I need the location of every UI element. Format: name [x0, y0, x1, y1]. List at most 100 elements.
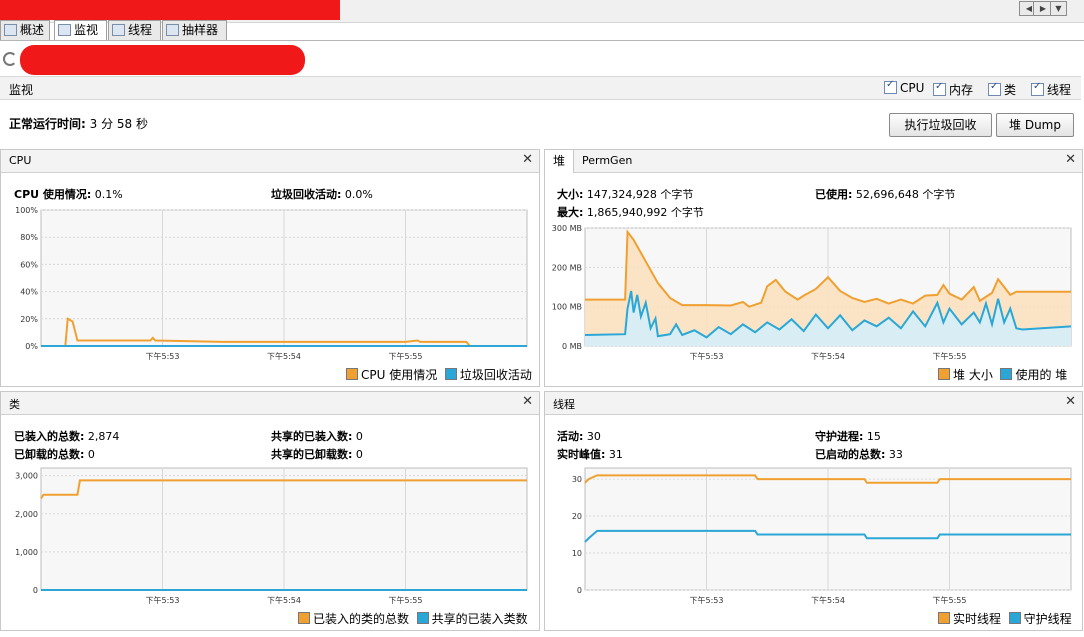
y-tick-label: 1,000 [15, 548, 38, 557]
cpu-chart: 100% 80% 60% 40% 20% 0% 下午5:53 下午5:54 下午5:55 [1, 206, 537, 364]
gc-button[interactable]: 执行垃圾回收 [889, 113, 992, 137]
classes-chart: 3,000 2,000 1,000 0 下午5:53 下午5:54 下午5:55 [1, 464, 537, 608]
y-tick-label: 0 [577, 586, 582, 595]
y-tick-label: 2,000 [15, 510, 38, 519]
cpu-panel: CPU ✕ CPU 使用情况: 0.1% 垃圾回收活动: 0.0% 100% 80… [0, 149, 540, 387]
gc-activity-stat: 垃圾回收活动: 0.0% [271, 188, 373, 201]
x-tick-label: 下午5:53 [690, 351, 724, 361]
checkbox-icon [884, 79, 897, 94]
legend-swatch [1000, 368, 1013, 380]
divider [0, 40, 1084, 41]
heap-used-stat: 已使用: 52,696,648 个字节 [815, 188, 956, 201]
memory-checkbox[interactable]: 内存 [933, 81, 973, 98]
y-tick-label: 40% [20, 288, 38, 297]
threads-checkbox[interactable]: 线程 [1031, 81, 1071, 98]
legend-swatch [938, 612, 950, 624]
shared-unloaded-stat: 共享的已卸载数: 0 [271, 448, 363, 461]
panel-header: 堆 PermGen ✕ [545, 150, 1082, 173]
uptime-value: 3 分 58 秒 [89, 117, 148, 131]
uptime: 正常运行时间: 3 分 58 秒 [9, 115, 148, 132]
close-icon[interactable]: ✕ [522, 394, 533, 409]
close-icon[interactable]: ✕ [1065, 394, 1076, 409]
panel-title: CPU [9, 154, 32, 167]
heap-chart: 300 MB 200 MB 100 MB 0 MB 下午5:53 下午5:54 下午5:55 [545, 224, 1081, 364]
x-tick-label: 下午5:55 [389, 595, 423, 605]
tab-heap[interactable]: 堆 [545, 150, 575, 173]
y-tick-label: 20% [20, 315, 38, 324]
y-tick-label: 0 [33, 586, 38, 595]
cpu-svg: 100% 80% 60% 40% 20% 0% 下午5:53 下午5:54 下午5:55 [15, 206, 528, 361]
legend-swatch [346, 368, 358, 380]
legend-swatch [416, 612, 429, 624]
close-icon[interactable]: ✕ [522, 152, 533, 167]
daemon-threads-stat: 守护进程: 15 [815, 430, 881, 443]
checkbox-icon [933, 81, 946, 96]
x-tick-label: 下午5:53 [146, 595, 180, 605]
shared-loaded-stat: 共享的已装入数: 0 [271, 430, 363, 443]
tab-permgen[interactable]: PermGen [582, 154, 632, 167]
panel-title: 线程 [553, 398, 575, 411]
monitor-icon [58, 24, 71, 36]
heap-max-stat: 最大: 1,865,940,992 个字节 [557, 206, 704, 219]
classes-legend: 已装入的类的总数 共享的已装入类数 [298, 610, 528, 627]
threads-chart: 30 20 10 0 下午5:53 下午5:54 下午5:55 [545, 464, 1081, 608]
sampler-icon [166, 24, 179, 36]
x-tick-label: 下午5:53 [146, 351, 180, 361]
x-tick-label: 下午5:54 [267, 351, 301, 361]
overview-icon [4, 24, 17, 36]
tab-sampler[interactable]: 抽样器 [162, 20, 227, 40]
threads-panel: 线程 ✕ 活动: 30 实时峰值: 31 守护进程: 15 已启动的总数: 33… [544, 391, 1083, 631]
panel-title: 类 [9, 398, 20, 411]
y-tick-label: 0% [25, 342, 38, 351]
panel-header: CPU ✕ [1, 150, 539, 173]
y-tick-label: 100 MB [552, 303, 582, 312]
x-tick-label: 下午5:54 [811, 351, 845, 361]
started-threads-stat: 已启动的总数: 33 [815, 448, 903, 461]
y-tick-label: 20 [572, 512, 582, 521]
legend-swatch [938, 368, 950, 380]
y-tick-label: 80% [20, 233, 38, 242]
y-tick-label: 200 MB [552, 263, 582, 272]
classes-checkbox[interactable]: 类 [988, 81, 1016, 98]
y-tick-label: 100% [15, 206, 38, 215]
legend-swatch [1008, 612, 1021, 624]
y-tick-label: 300 MB [552, 224, 582, 233]
threads-legend: 实时线程 守护线程 [938, 610, 1072, 627]
classes-svg: 3,000 2,000 1,000 0 下午5:53 下午5:54 下午5:55 [15, 467, 528, 605]
heap-svg: 300 MB 200 MB 100 MB 0 MB 下午5:53 下午5:54 下午5:55 [552, 224, 1072, 361]
checkbox-icon [1031, 81, 1044, 96]
y-tick-label: 0 MB [562, 342, 582, 351]
heap-size-stat: 大小: 147,324,928 个字节 [557, 188, 694, 201]
panel-header: 线程 ✕ [545, 392, 1082, 415]
x-tick-label: 下午5:55 [933, 595, 967, 605]
x-tick-label: 下午5:53 [690, 595, 724, 605]
y-tick-label: 30 [572, 475, 582, 484]
heap-dump-button[interactable]: 堆 Dump [996, 113, 1074, 137]
x-tick-label: 下午5:54 [811, 595, 845, 605]
tab-overview[interactable]: 概述 [0, 20, 50, 40]
threads-svg: 30 20 10 0 下午5:53 下午5:54 下午5:55 [572, 467, 1072, 605]
x-tick-label: 下午5:54 [267, 595, 301, 605]
tab-monitor[interactable]: 监视 [54, 20, 107, 41]
legend-swatch [298, 612, 310, 624]
y-tick-label: 60% [20, 260, 38, 269]
dropdown-button[interactable]: ▼ [1050, 1, 1067, 16]
classes-panel: 类 ✕ 已装入的总数: 2,874 已卸载的总数: 0 共享的已装入数: 0 共… [0, 391, 540, 631]
cpu-checkbox[interactable]: CPU [884, 79, 924, 95]
x-tick-label: 下午5:55 [389, 351, 423, 361]
cpu-usage-stat: CPU 使用情况: 0.1% [14, 188, 123, 201]
section-title: 监视 [9, 83, 34, 97]
x-tick-label: 下午5:55 [933, 351, 967, 361]
live-threads-stat: 活动: 30 [557, 430, 601, 443]
tab-threads[interactable]: 线程 [108, 20, 161, 40]
y-tick-label: 10 [572, 549, 582, 558]
heap-panel: 堆 PermGen ✕ 大小: 147,324,928 个字节 最大: 1,86… [544, 149, 1083, 387]
cpu-legend: CPU 使用情况 垃圾回收活动 [346, 366, 532, 383]
monitor-header: 监视 CPU 内存 类 线程 [0, 76, 1081, 100]
loaded-stat: 已装入的总数: 2,874 [14, 430, 120, 443]
unloaded-stat: 已卸载的总数: 0 [14, 448, 95, 461]
heap-legend: 堆 大小 使用的 堆 [938, 366, 1067, 383]
uptime-label: 正常运行时间: [9, 117, 86, 131]
close-icon[interactable]: ✕ [1065, 152, 1076, 167]
threads-icon [112, 24, 125, 36]
